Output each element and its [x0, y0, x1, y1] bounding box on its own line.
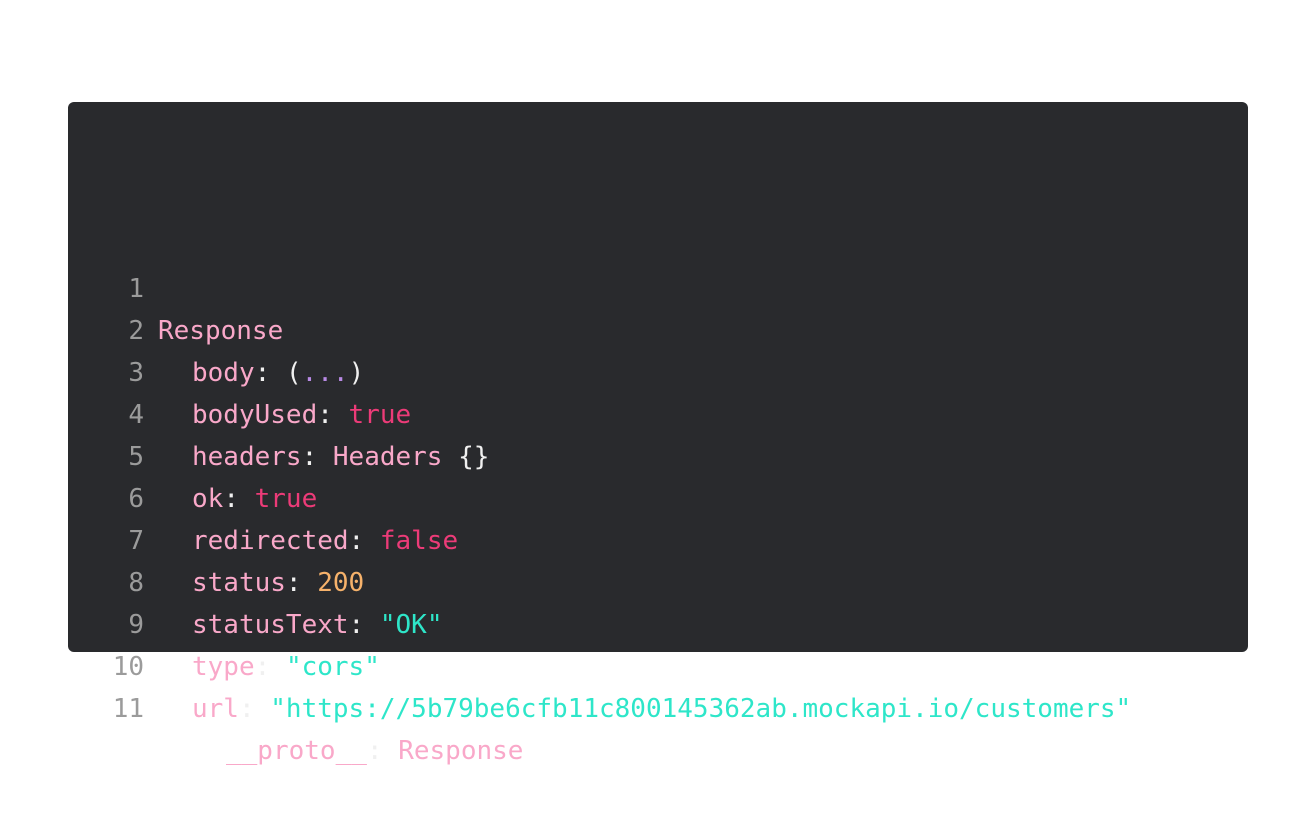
property-key: type [192, 652, 255, 682]
open-paren: ( [285, 358, 302, 388]
class-name: Response [398, 736, 524, 766]
code-line: 6 redirected: false [68, 436, 458, 556]
boolean-value: true [254, 484, 318, 514]
boolean-value: false [379, 526, 459, 556]
code-line: 7 status: 200 [68, 478, 364, 598]
string-value: "cors" [285, 652, 380, 682]
separator: : [238, 694, 271, 724]
line-content: __proto__: Response [158, 730, 523, 772]
separator: : [254, 358, 286, 388]
code-line: 1 Response [68, 226, 283, 346]
separator: : [223, 484, 255, 514]
property-key: statusText [192, 610, 349, 640]
code-block: 1 Response 2 body: (...) 3 bodyUsed: tru… [68, 102, 1248, 766]
code-line: 4 headers: Headers {} [68, 352, 489, 472]
line-content: headers: Headers {} [158, 436, 489, 478]
line-content: Response [158, 310, 283, 352]
code-line: 3 bodyUsed: true [68, 310, 411, 430]
line-content: status: 200 [158, 562, 364, 604]
property-key: headers [192, 442, 302, 472]
code-line: 5 ok: true [68, 394, 317, 514]
line-content: bodyUsed: true [158, 394, 411, 436]
separator: : [301, 442, 333, 472]
code-line: 8 statusText: "OK" [68, 520, 442, 640]
property-key: ok [192, 484, 224, 514]
property-key: __proto__ [226, 736, 367, 766]
code-line: 9 type: "cors" [68, 562, 380, 682]
line-content: type: "cors" [158, 646, 380, 688]
braces: {} [442, 442, 490, 472]
code-line: 10 url: "https://5b79be6cfb11c800145362a… [68, 604, 1132, 724]
line-content: statusText: "OK" [158, 604, 442, 646]
string-value: "OK" [379, 610, 443, 640]
url-string-value[interactable]: "https://5b79be6cfb11c800145362ab.mockap… [270, 694, 1131, 724]
separator: : [285, 568, 318, 598]
class-name: Response [158, 316, 284, 346]
ellipsis[interactable]: ... [302, 358, 349, 388]
separator: : [366, 736, 399, 766]
line-content: body: (...) [158, 352, 364, 394]
separator: : [317, 400, 349, 430]
number-value: 200 [317, 568, 365, 598]
separator: : [348, 610, 380, 640]
property-key: redirected [192, 526, 349, 556]
close-paren: ) [348, 358, 365, 388]
separator: : [254, 652, 286, 682]
code-lines: 1 Response 2 body: (...) 3 bodyUsed: tru… [68, 226, 1132, 766]
separator: : [348, 526, 380, 556]
code-line: 2 body: (...) [68, 268, 364, 388]
code-line: 11 __proto__: Response [68, 646, 524, 766]
line-content: ok: true [158, 478, 317, 520]
property-key: url [192, 694, 239, 724]
property-key: status [192, 568, 286, 598]
property-key: body [192, 358, 255, 388]
boolean-value: true [348, 400, 412, 430]
class-name: Headers [332, 442, 443, 472]
line-content: url: "https://5b79be6cfb11c800145362ab.m… [158, 688, 1131, 730]
line-number: 11 [112, 694, 144, 724]
property-key: bodyUsed [192, 400, 318, 430]
line-content: redirected: false [158, 520, 458, 562]
